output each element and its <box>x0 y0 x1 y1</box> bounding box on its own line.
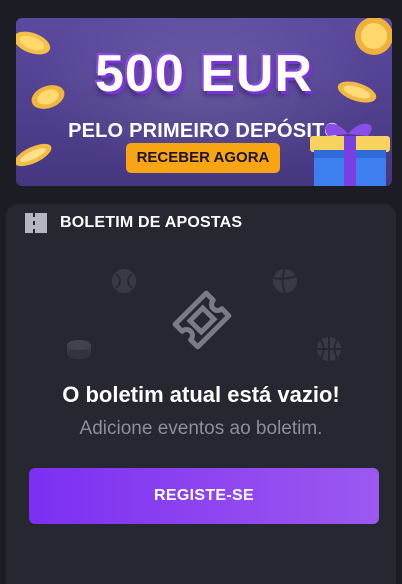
promo-banner[interactable]: 500 EUR PELO PRIMEIRO DEPÓSITO RECEBER A… <box>16 18 392 186</box>
empty-ticket-icon <box>172 290 232 350</box>
betslip-title: BOLETIM DE APOSTAS <box>60 214 243 231</box>
baseball-icon <box>112 269 136 293</box>
coin-icon <box>16 143 52 167</box>
betslip-header: BOLETIM DE APOSTAS <box>24 212 242 234</box>
empty-betslip-subtitle: Adicione eventos ao boletim. <box>79 418 323 439</box>
ticket-icon <box>25 213 47 233</box>
bonus-amount: 500 EUR <box>95 45 313 103</box>
receive-now-button[interactable]: RECEBER AGORA <box>126 143 280 173</box>
hockey-puck-icon <box>67 340 91 359</box>
volleyball-icon <box>273 268 297 294</box>
register-button[interactable]: REGISTE-SE <box>29 468 379 524</box>
basketball-icon <box>317 337 341 361</box>
gift-box-icon <box>310 123 390 186</box>
empty-betslip-title: O boletim atual está vazio! <box>62 382 340 407</box>
